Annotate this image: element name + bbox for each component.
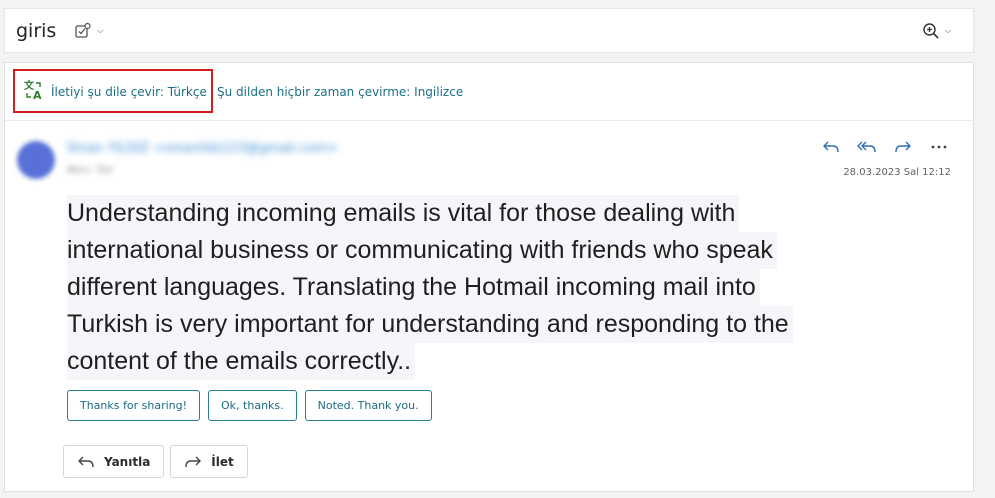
- reply-all-icon: [857, 141, 876, 153]
- reply-all-button[interactable]: [855, 135, 879, 159]
- tag-button[interactable]: ⌵: [74, 22, 103, 40]
- reply-icon: [823, 141, 839, 153]
- more-icon: [931, 145, 947, 149]
- reply-bottom-button[interactable]: Yanıtla: [63, 445, 165, 478]
- subject-bar: giris ⌵ ⌵: [4, 8, 974, 53]
- suggested-reply-chip[interactable]: Thanks for sharing!: [67, 390, 201, 421]
- translation-bar: 文 A İletiyi şu dile çevir: Türkçe Şu dil…: [5, 63, 973, 121]
- suggested-reply-chip[interactable]: Ok, thanks.: [208, 390, 297, 421]
- chevron-down-icon: ⌵: [97, 25, 104, 35]
- tag-icon: [75, 22, 91, 38]
- recipient-line: Alıcı: Siz: [67, 163, 113, 176]
- suggested-replies: Thanks for sharing! Ok, thanks. Noted. T…: [67, 390, 432, 421]
- body-line: different languages. Translating the Hot…: [67, 269, 760, 306]
- svg-text:A: A: [33, 89, 42, 101]
- forward-icon: [185, 456, 202, 467]
- body-line: Turkish is very important for understand…: [67, 306, 793, 343]
- forward-bottom-button[interactable]: İlet: [170, 445, 248, 478]
- translate-icon: 文 A: [24, 79, 42, 101]
- reply-button-label: Yanıtla: [104, 454, 151, 469]
- message-card: 文 A İletiyi şu dile çevir: Türkçe Şu dil…: [4, 62, 974, 492]
- never-translate-link[interactable]: Şu dilden hiçbir zaman çevirme: Ingilizc…: [217, 85, 463, 99]
- translate-to-turkish-link[interactable]: İletiyi şu dile çevir: Türkçe: [51, 85, 207, 99]
- zoom-button[interactable]: ⌵: [922, 22, 951, 40]
- body-line: Understanding incoming emails is vital f…: [67, 195, 740, 232]
- email-subject: giris: [16, 19, 57, 42]
- forward-button-label: İlet: [211, 454, 234, 469]
- suggested-reply-chip[interactable]: Noted. Thank you.: [304, 390, 432, 421]
- reply-bar: Yanıtla İlet: [63, 445, 248, 478]
- body-line: international business or communicating …: [67, 232, 777, 269]
- chevron-down-icon: ⌵: [944, 26, 951, 35]
- forward-icon: [895, 141, 911, 153]
- zoom-in-icon: [923, 23, 939, 39]
- reply-button[interactable]: [819, 135, 843, 159]
- avatar[interactable]: [17, 141, 55, 179]
- sender-name[interactable]: Sinan YILDIZ <sinanildz123@gmail.com>: [67, 141, 338, 156]
- message-actions: [819, 135, 951, 159]
- body-line: content of the emails correctly..: [67, 343, 416, 380]
- message-date: 28.03.2023 Sal 12:12: [843, 167, 951, 178]
- forward-button[interactable]: [891, 135, 915, 159]
- message-body: Understanding incoming emails is vital f…: [67, 195, 947, 380]
- more-actions-button[interactable]: [927, 135, 951, 159]
- reply-icon: [78, 456, 94, 467]
